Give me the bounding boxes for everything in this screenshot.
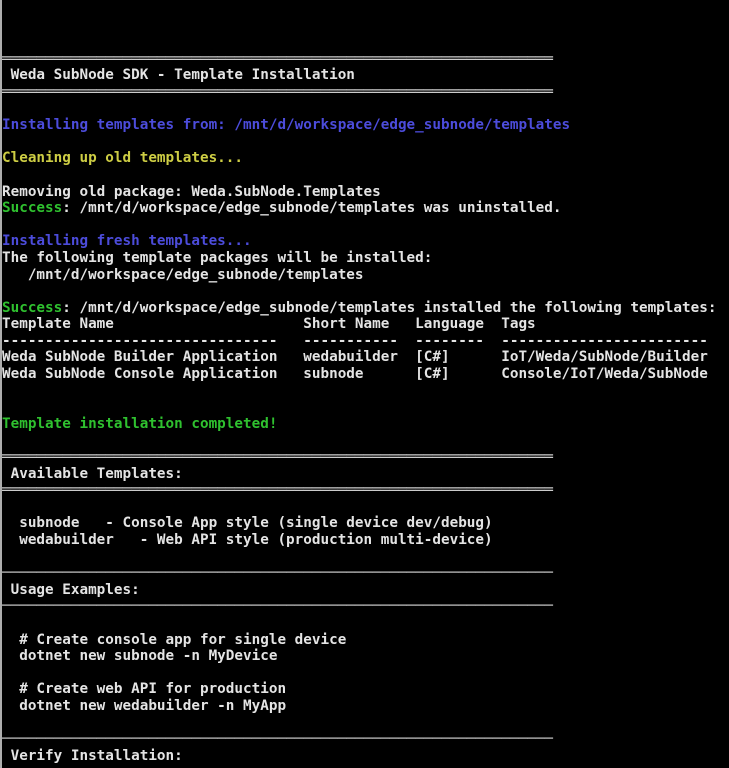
border-text-segment: ════════════════════════════════════════… [2,449,553,466]
table-row: Weda SubNode Builder Application wedabui… [0,349,729,366]
border-text-segment: ════════════════════════════════════════… [2,83,553,100]
green-text-segment: Template installation completed! [2,415,278,432]
foreground-text-segment: The following template packages will be … [2,249,433,266]
completed-message: Template installation completed! [0,416,729,433]
foreground-text-segment: dotnet new wedabuilder -n MyApp [2,697,287,714]
blue-text-segment: Installing templates from: /mnt/d/worksp… [2,117,571,134]
available-box-top-border: ════════════════════════════════════════… [0,449,729,466]
uninstall-success-message: Success: /mnt/d/workspace/edge_subnode/t… [0,200,729,217]
title-box-top-border: ════════════════════════════════════════… [0,51,729,68]
foreground-text-segment: # Create console app for single device [2,631,347,648]
foreground-text-segment: : /mnt/d/workspace/edge_subnode/template… [62,200,562,217]
foreground-text-segment: Weda SubNode Console Application subnode… [2,366,708,383]
install-success-message: Success: /mnt/d/workspace/edge_subnode/t… [0,300,729,317]
foreground-text-segment: : /mnt/d/workspace/edge_subnode/template… [62,299,717,316]
foreground-text-segment: Weda SubNode SDK - Template Installation [2,67,355,84]
table-header-row: Template Name Short Name Language Tags [0,316,729,333]
border-text-segment: ════════════════════════════════════════… [2,50,553,67]
foreground-text-segment: subnode - Console App style (single devi… [2,515,493,532]
foreground-text-segment: Available Templates: [2,465,183,482]
foreground-text-segment: # Create web API for production [2,681,287,698]
available-item-wedabuilder: wedabuilder - Web API style (production … [0,532,729,549]
yellow-text-segment: Cleaning up old templates... [2,150,244,167]
table-separator-row: -------------------------------- -------… [0,333,729,350]
usage-comment: # Create web API for production [0,681,729,698]
title-text: Weda SubNode SDK - Template Installation [0,67,729,84]
foreground-text-segment: Template Name Short Name Language Tags [2,316,536,333]
available-box-bottom-border: ════════════════════════════════════════… [0,482,729,499]
usage-top-border: ────────────────────────────────────────… [0,565,729,582]
terminal-output: ════════════════════════════════════════… [0,51,729,768]
title-box-bottom-border: ════════════════════════════════════════… [0,84,729,101]
border-text-segment: ────────────────────────────────────────… [2,598,553,615]
installing-fresh-message: Installing fresh templates... [0,233,729,250]
removing-package-message: Removing old package: Weda.SubNode.Templ… [0,184,729,201]
table-row: Weda SubNode Console Application subnode… [0,366,729,383]
green-text-segment: Success [2,200,63,217]
verify-heading: Verify Installation: [0,748,729,765]
cleaning-message: Cleaning up old templates... [0,150,729,167]
terminal-screen[interactable]: ════════════════════════════════════════… [0,0,729,768]
foreground-text-segment: wedabuilder - Web API style (production … [2,532,493,548]
foreground-text-segment: Verify Installation: [2,747,183,764]
usage-command: dotnet new wedabuilder -n MyApp [0,698,729,715]
window-left-edge-line [0,0,2,768]
green-text-segment: Success [2,299,63,316]
foreground-text-segment: dotnet new subnode -n MyDevice [2,648,278,665]
verify-top-border: ────────────────────────────────────────… [0,731,729,748]
border-text-segment: ────────────────────────────────────────… [2,764,553,768]
foreground-text-segment: Removing old package: Weda.SubNode.Templ… [2,183,381,200]
usage-bottom-border: ────────────────────────────────────────… [0,598,729,615]
border-text-segment: ════════════════════════════════════════… [2,482,553,499]
foreground-text-segment: -------------------------------- -------… [2,332,708,349]
foreground-text-segment: Usage Examples: [2,581,140,598]
blue-text-segment: Installing fresh templates... [2,233,252,250]
installing-from-message: Installing templates from: /mnt/d/worksp… [0,117,729,134]
available-heading: Available Templates: [0,466,729,483]
border-text-segment: ────────────────────────────────────────… [2,565,553,582]
available-item-subnode: subnode - Console App style (single devi… [0,515,729,532]
foreground-text-segment: Weda SubNode Builder Application wedabui… [2,349,708,366]
package-path: /mnt/d/workspace/edge_subnode/templates [0,267,729,284]
usage-command: dotnet new subnode -n MyDevice [0,648,729,665]
verify-bottom-border: ────────────────────────────────────────… [0,764,729,768]
usage-heading: Usage Examples: [0,582,729,599]
packages-will-install-message: The following template packages will be … [0,250,729,267]
border-text-segment: ────────────────────────────────────────… [2,731,553,748]
foreground-text-segment: /mnt/d/workspace/edge_subnode/templates [2,266,364,283]
usage-comment: # Create console app for single device [0,632,729,649]
